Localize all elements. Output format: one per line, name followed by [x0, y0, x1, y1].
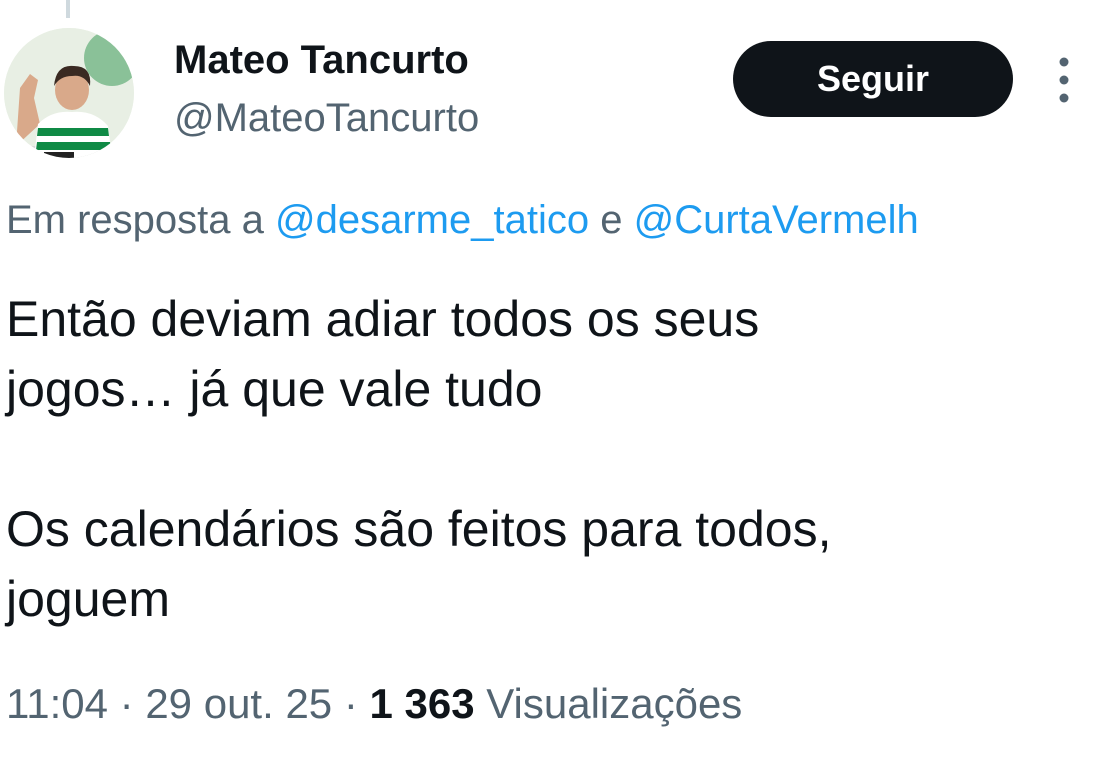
tweet-meta: 11:04 · 29 out. 25 · 1 363 Visualizações: [6, 676, 742, 732]
reply-joiner: e: [589, 198, 634, 242]
reply-context: Em resposta a @desarme_tatico e @CurtaVe…: [6, 192, 919, 248]
meta-separator: ·: [108, 680, 146, 727]
author-handle[interactable]: @MateoTancurto: [174, 94, 479, 142]
tweet-text: Então deviam adiar todos os seus jogos… …: [6, 284, 1086, 634]
meta-separator: ·: [332, 680, 370, 727]
tweet-line: Os calendários são feitos para todos,: [6, 501, 832, 557]
mention-link-desarme-tatico[interactable]: @desarme_tatico: [275, 198, 589, 242]
avatar[interactable]: [4, 28, 134, 158]
views-count: 1 363: [369, 680, 475, 727]
tweet-date[interactable]: 29 out. 25: [145, 680, 332, 727]
mention-link-curtavermelh[interactable]: @CurtaVermelh: [634, 198, 919, 242]
views-label: Visualizações: [474, 680, 743, 727]
more-vertical-icon[interactable]: [1046, 52, 1082, 108]
tweet-time[interactable]: 11:04: [6, 680, 108, 727]
avatar-photo-icon: [4, 28, 134, 158]
thread-connector-line: [66, 0, 70, 18]
author-display-name[interactable]: Mateo Tancurto: [174, 36, 469, 84]
tweet-line: joguem: [6, 571, 170, 627]
tweet-line: Então deviam adiar todos os seus: [6, 291, 760, 347]
tweet-line: jogos… já que vale tudo: [6, 361, 543, 417]
follow-button[interactable]: Seguir: [733, 41, 1013, 117]
tweet-paragraph: Os calendários são feitos para todos, jo…: [6, 494, 1086, 634]
reply-prefix: Em resposta a: [6, 198, 276, 242]
tweet-paragraph: Então deviam adiar todos os seus jogos… …: [6, 284, 1086, 424]
